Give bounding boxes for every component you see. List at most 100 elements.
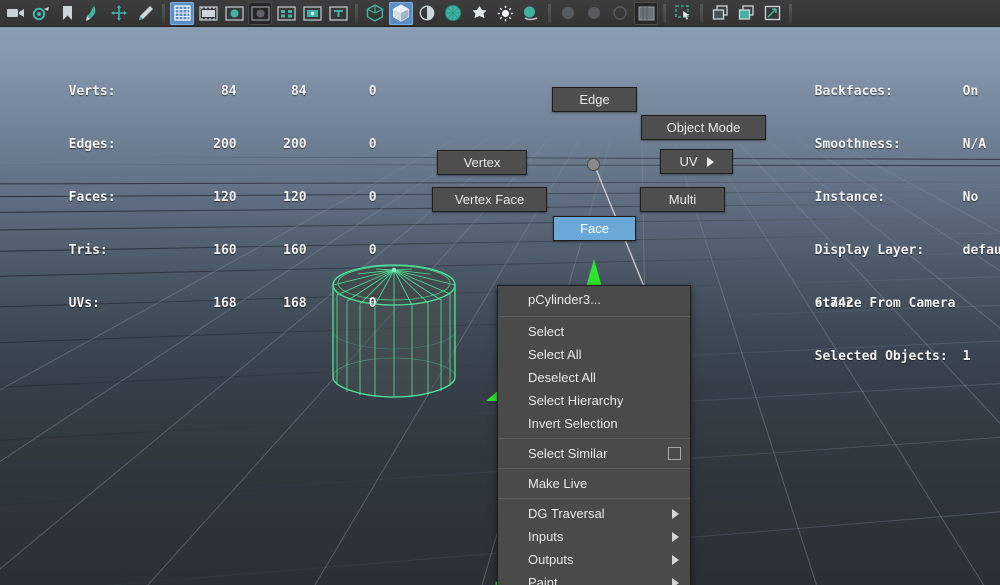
menu-item-select-similar[interactable]: Select Similar [498, 442, 690, 465]
resolution-gate-icon[interactable] [222, 2, 246, 25]
select-similar-checkbox[interactable] [668, 447, 681, 460]
menu-item-dg-traversal[interactable]: DG Traversal [498, 502, 690, 525]
marking-menu-multi[interactable]: Multi [640, 187, 725, 212]
hud-value: 0 [307, 186, 377, 209]
marking-menu-label: Edge [579, 92, 609, 107]
menu-item-label: Select Similar [528, 446, 607, 461]
menu-item-paint[interactable]: Paint [498, 571, 690, 585]
hud-poly-count: Verts:84840 Edges:2002000 Faces:1201200 … [6, 27, 377, 322]
menu-item-label: DG Traversal [528, 506, 605, 521]
menu-item-select-hierarchy[interactable]: Select Hierarchy [498, 389, 690, 412]
chevron-right-icon [707, 157, 714, 167]
maya-viewport-window: Verts:84840 Edges:2002000 Faces:1201200 … [0, 0, 1000, 585]
marking-menu-label: Vertex Face [455, 192, 524, 207]
menu-item-label: Select [528, 324, 564, 339]
hud-value: 160 [237, 239, 307, 262]
hud-value: default [963, 239, 1000, 262]
camera-icon[interactable] [3, 2, 27, 25]
menu-item-make-live[interactable]: Make Live [498, 472, 690, 495]
marking-menu-face[interactable]: Face [553, 216, 636, 241]
marking-menu-uv[interactable]: UV [660, 149, 733, 174]
hud-row: Backfaces:On [752, 57, 1000, 80]
gate-mask-icon[interactable] [248, 2, 272, 25]
menu-item-deselect-all[interactable]: Deselect All [498, 366, 690, 389]
chevron-right-icon [672, 509, 679, 519]
anti-alias-icon[interactable] [608, 2, 632, 25]
panel-zoom-icon[interactable] [760, 2, 784, 25]
chevron-right-icon [672, 532, 679, 542]
bookmark-icon[interactable] [55, 2, 79, 25]
hud-label: UVs: [69, 292, 167, 315]
marking-menu-object-mode[interactable]: Object Mode [641, 115, 766, 140]
context-menu-header: pCylinder3... [498, 286, 690, 313]
marking-menu-vertex[interactable]: Vertex [437, 150, 527, 175]
pencil-icon[interactable] [133, 2, 157, 25]
viewport-toolbar [0, 0, 1000, 27]
isolate-select-icon[interactable] [671, 2, 695, 25]
wireframe-shading-icon[interactable] [363, 2, 387, 25]
menu-item-outputs[interactable]: Outputs [498, 548, 690, 571]
menu-item-label: Paint [528, 575, 558, 585]
smooth-shade-all-icon[interactable] [389, 2, 413, 25]
hud-label: Verts: [69, 80, 167, 103]
menu-item-label: Make Live [528, 476, 587, 491]
menu-item-select-all[interactable]: Select All [498, 343, 690, 366]
menu-item-select[interactable]: Select [498, 320, 690, 343]
hud-row: Tris:1601600 [6, 216, 377, 239]
viewport-3d[interactable]: Verts:84840 Edges:2002000 Faces:1201200 … [0, 27, 1000, 585]
safe-title-icon[interactable] [326, 2, 350, 25]
shade-options-icon[interactable] [415, 2, 439, 25]
paint-brush-icon[interactable] [81, 2, 105, 25]
film-gate-icon[interactable] [196, 2, 220, 25]
menu-divider [498, 498, 690, 499]
textured-shading-icon[interactable] [441, 2, 465, 25]
marking-menu-label: Multi [669, 192, 696, 207]
shadows-icon[interactable] [519, 2, 543, 25]
marking-menu-edge[interactable]: Edge [552, 87, 637, 112]
hud-row: Faces:1201200 [6, 163, 377, 186]
toolbar-separator [663, 4, 666, 23]
chevron-right-icon [672, 555, 679, 565]
hud-row: UVs:1681680 [6, 269, 377, 292]
hud-value: 84 [237, 80, 307, 103]
toolbar-separator [162, 4, 165, 23]
hud-value: 0 [307, 80, 377, 103]
marking-menu-vertex-face[interactable]: Vertex Face [432, 187, 547, 212]
hud-value: 160 [167, 239, 237, 262]
hud-value: 200 [167, 133, 237, 156]
hud-value: N/A [963, 133, 986, 156]
menu-item-label: Invert Selection [528, 416, 618, 431]
field-chart-icon[interactable] [274, 2, 298, 25]
lighting-icon[interactable] [493, 2, 517, 25]
hud-label: Smoothness: [815, 133, 963, 156]
hud-row: Edges:2002000 [6, 110, 377, 133]
hud-value: 120 [167, 186, 237, 209]
xray-icon[interactable] [467, 2, 491, 25]
menu-item-inputs[interactable]: Inputs [498, 525, 690, 548]
motion-blur-icon[interactable] [556, 2, 580, 25]
viewport-settings-icon[interactable] [634, 2, 658, 25]
panel-copy-icon[interactable] [708, 2, 732, 25]
toolbar-separator [355, 4, 358, 23]
ambient-occlusion-icon[interactable] [582, 2, 606, 25]
safe-action-icon[interactable] [300, 2, 324, 25]
hud-label: Display Layer: [815, 239, 963, 262]
chevron-right-icon [672, 578, 679, 585]
hud-label: Tris: [69, 239, 167, 262]
marking-menu-label: Face [580, 221, 609, 236]
hud-label: Faces: [69, 186, 167, 209]
menu-item-label: Inputs [528, 529, 563, 544]
marking-menu-pivot[interactable] [587, 158, 600, 171]
camera-attributes-icon[interactable] [29, 2, 53, 25]
menu-divider [498, 438, 690, 439]
hud-label: Edges: [69, 133, 167, 156]
panel-tear-icon[interactable] [734, 2, 758, 25]
grid-toggle-icon[interactable] [170, 2, 194, 25]
hud-value: 6.742 [815, 292, 854, 315]
hud-value: 0 [307, 239, 377, 262]
move-tool-icon[interactable] [107, 2, 131, 25]
menu-divider [498, 468, 690, 469]
menu-item-invert-selection[interactable]: Invert Selection [498, 412, 690, 435]
marking-menu-label: Object Mode [667, 120, 741, 135]
toolbar-separator [700, 4, 703, 23]
